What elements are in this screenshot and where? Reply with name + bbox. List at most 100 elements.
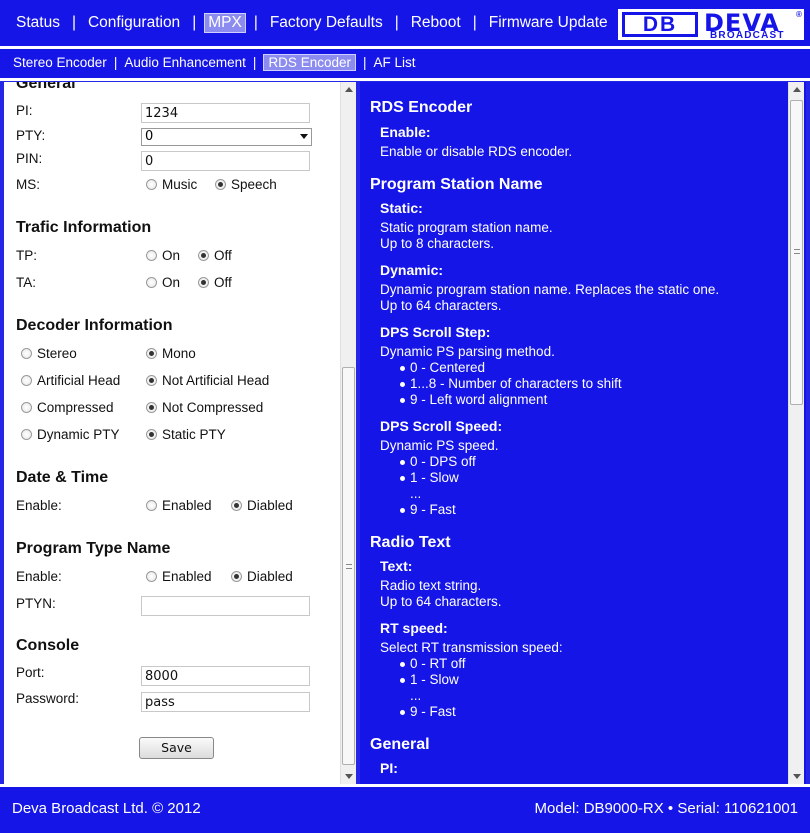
scroll-down-icon[interactable] [345, 774, 353, 779]
pin-input[interactable]: 0 [141, 151, 310, 171]
subnav-rds-encoder[interactable]: RDS Encoder [263, 54, 356, 71]
scroll-thumb[interactable] [342, 367, 355, 765]
nav-firmware-update[interactable]: Firmware Update [485, 13, 612, 33]
datetime-enable-label: Enable: [16, 498, 62, 513]
ptyn-label: PTYN: [16, 596, 56, 611]
logo-subtitle: BROADCAST [710, 30, 785, 41]
artificial-head-radio[interactable]: Artificial Head [21, 373, 120, 388]
datetime-enabled-label: Enabled [162, 498, 212, 513]
nav-factory-defaults[interactable]: Factory Defaults [266, 13, 387, 33]
list-item: 9 - Fast [400, 704, 466, 720]
scroll-down-icon[interactable] [793, 774, 801, 779]
ms-music-radio[interactable]: Music [146, 177, 197, 192]
pty-select-value: 0 [145, 129, 154, 144]
list-item: 0 - DPS off [400, 454, 476, 469]
ta-on-label: On [162, 275, 181, 290]
compressed-radio[interactable]: Compressed [21, 400, 114, 415]
tp-off-radio[interactable]: Off [198, 248, 232, 263]
nav-mpx[interactable]: MPX [204, 13, 246, 33]
radio-icon [146, 179, 157, 190]
subnav-stereo-encoder[interactable]: Stereo Encoder [13, 55, 107, 70]
list-item: 9 - Fast [400, 502, 476, 518]
radio-selected-icon [198, 277, 209, 288]
mono-label: Mono [162, 346, 196, 361]
radio-icon [21, 348, 32, 359]
pi-label: PI: [16, 103, 33, 118]
help-text-title: Text: [380, 558, 413, 574]
ta-label: TA: [16, 275, 36, 290]
not-artificial-head-radio[interactable]: Not Artificial Head [146, 373, 269, 388]
general-heading: General [16, 82, 76, 92]
tp-on-label: On [162, 248, 181, 263]
scroll-up-icon[interactable] [345, 87, 353, 92]
radio-selected-icon [146, 402, 157, 413]
ptn-enabled-label: Enabled [162, 569, 212, 584]
nav-configuration[interactable]: Configuration [84, 13, 184, 33]
radio-selected-icon [231, 500, 242, 511]
help-dps-speed-list: 0 - DPS off 1 - Slow ... 9 - Fast [400, 454, 476, 518]
ta-on-radio[interactable]: On [146, 275, 180, 290]
divider [0, 78, 810, 81]
scroll-thumb[interactable] [790, 100, 803, 405]
ptn-heading: Program Type Name [16, 540, 171, 557]
help-rtspeed-text: Select RT transmission speed: [380, 640, 563, 655]
ms-speech-label: Speech [231, 177, 277, 192]
password-input[interactable]: pass [141, 692, 310, 712]
top-nav-links: Status | Configuration | MPX | Factory D… [12, 13, 612, 33]
nav-separator: | [253, 14, 258, 31]
tp-on-radio[interactable]: On [146, 248, 180, 263]
ptyn-input[interactable] [141, 596, 310, 616]
left-scrollbar[interactable] [340, 82, 356, 784]
chevron-down-icon [300, 134, 308, 139]
ta-off-radio[interactable]: Off [198, 275, 232, 290]
tp-off-label: Off [214, 248, 232, 263]
ms-label: MS: [16, 177, 41, 192]
static-pty-radio[interactable]: Static PTY [146, 427, 226, 442]
nav-separator: | [472, 14, 477, 31]
nav-separator: | [71, 14, 76, 31]
pty-label: PTY: [16, 128, 46, 143]
subnav-audio-enhancement[interactable]: Audio Enhancement [124, 55, 246, 70]
port-input[interactable]: 8000 [141, 666, 310, 686]
pi-input[interactable]: 1234 [141, 103, 310, 123]
dynamic-pty-label: Dynamic PTY [37, 427, 120, 442]
dynamic-pty-radio[interactable]: Dynamic PTY [21, 427, 120, 442]
help-rtspeed-title: RT speed: [380, 620, 448, 636]
list-item: 0 - RT off [400, 656, 466, 671]
radio-icon [146, 571, 157, 582]
help-text-line: Radio text string. [380, 578, 482, 593]
console-heading: Console [16, 637, 80, 654]
ptn-diabled-radio[interactable]: Diabled [231, 569, 293, 584]
help-static-title: Static: [380, 200, 423, 216]
stereo-radio[interactable]: Stereo [21, 346, 77, 361]
ms-speech-radio[interactable]: Speech [215, 177, 277, 192]
help-dynamic-line: Up to 64 characters. [380, 298, 502, 313]
radio-selected-icon [146, 429, 157, 440]
artificial-head-label: Artificial Head [37, 373, 121, 388]
radio-icon [146, 277, 157, 288]
nav-reboot[interactable]: Reboot [407, 13, 465, 33]
nav-status[interactable]: Status [12, 13, 64, 33]
ms-music-label: Music [162, 177, 198, 192]
mono-radio[interactable]: Mono [146, 346, 196, 361]
save-button[interactable]: Save [139, 737, 214, 759]
ptn-enabled-radio[interactable]: Enabled [146, 569, 212, 584]
help-panel: RDS Encoder Enable: Enable or disable RD… [360, 82, 806, 784]
subnav-af-list[interactable]: AF List [374, 55, 416, 70]
datetime-diabled-radio[interactable]: Diabled [231, 498, 293, 513]
radio-icon [21, 375, 32, 386]
radio-icon [21, 429, 32, 440]
scroll-up-icon[interactable] [793, 87, 801, 92]
tp-label: TP: [16, 248, 38, 263]
right-scrollbar[interactable] [788, 82, 804, 784]
nav-separator: | [394, 14, 399, 31]
pty-select[interactable]: 0 [141, 128, 312, 146]
datetime-enabled-radio[interactable]: Enabled [146, 498, 212, 513]
top-nav: Status | Configuration | MPX | Factory D… [0, 0, 810, 46]
help-rt-heading: Radio Text [370, 534, 451, 551]
help-dynamic-line: Dynamic program station name. Replaces t… [380, 282, 720, 297]
decoder-heading: Decoder Information [16, 317, 173, 334]
help-static-line: Up to 8 characters. [380, 236, 495, 251]
not-compressed-radio[interactable]: Not Compressed [146, 400, 263, 415]
help-rtspeed-list: 0 - RT off 1 - Slow ... 9 - Fast [400, 656, 466, 720]
